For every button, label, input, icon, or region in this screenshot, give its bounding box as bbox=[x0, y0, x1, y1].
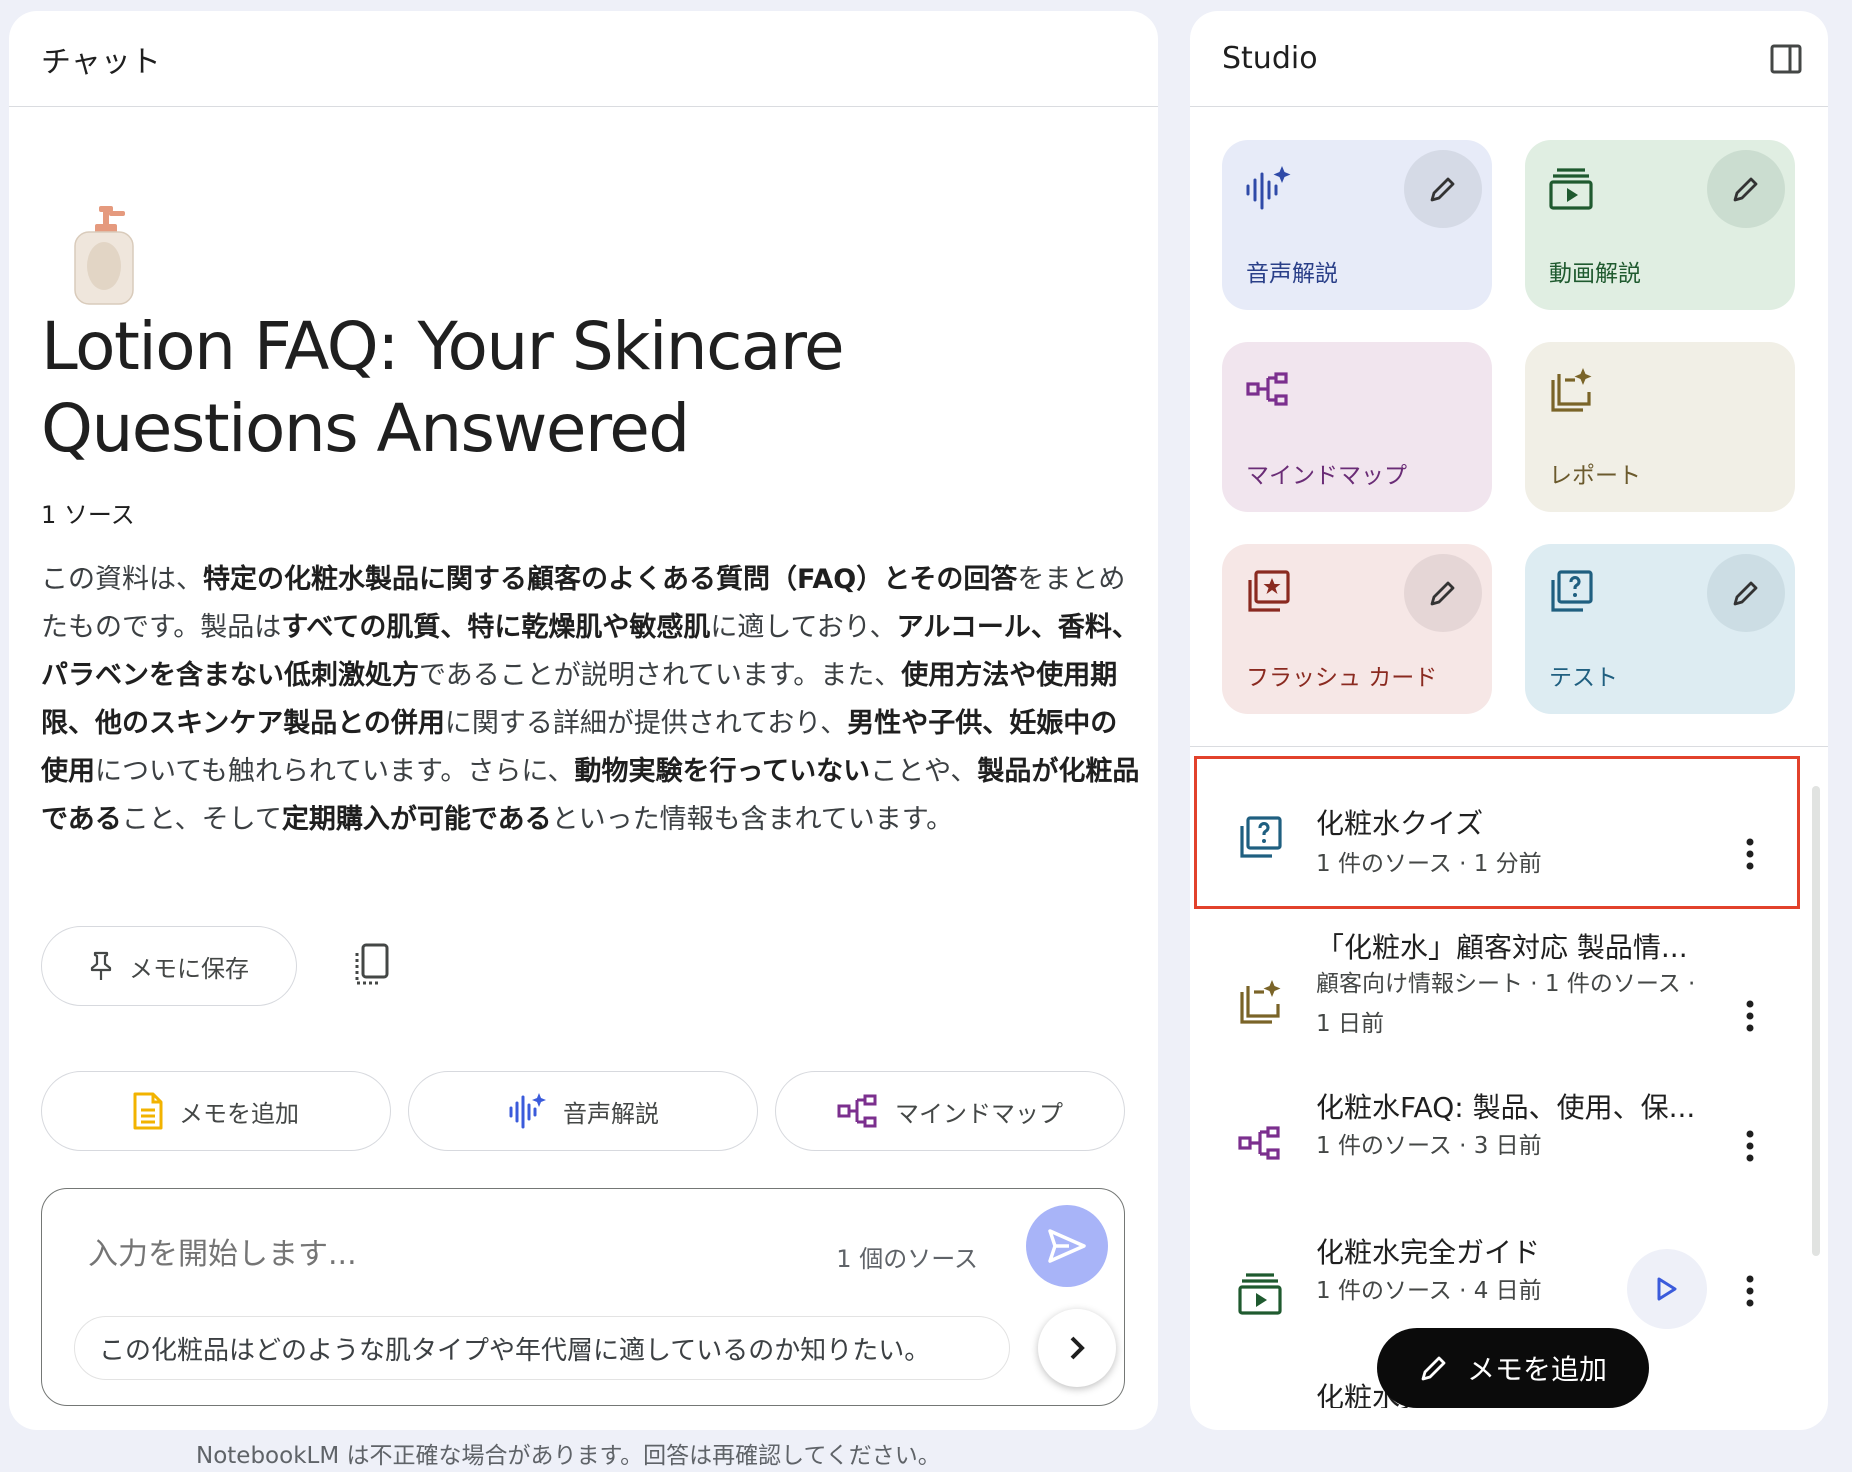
mindmap-icon bbox=[1246, 372, 1288, 406]
studio-tile-test[interactable]: テスト bbox=[1525, 544, 1795, 714]
summary-text: この資料は、特定の化粧水製品に関する顧客のよくある質問（FAQ）とその回答をまと… bbox=[41, 564, 1140, 835]
studio-divider bbox=[1190, 746, 1828, 747]
add-memo-fab-label: メモを追加 bbox=[1466, 1353, 1607, 1386]
item-title: 化粧水FAQ: 製品、使用、保... bbox=[1316, 1091, 1696, 1124]
chat-panel: チャット Lotion FAQ: Your Skincare Questions… bbox=[9, 11, 1158, 1430]
add-memo-chip-label: メモを追加 bbox=[179, 1099, 299, 1128]
pencil-icon bbox=[1733, 177, 1758, 202]
studio-header: Studio bbox=[1190, 11, 1828, 107]
edit-audio-button[interactable] bbox=[1404, 150, 1482, 228]
mindmap-chip[interactable]: マインドマップ bbox=[775, 1071, 1125, 1151]
composer-source-count: 1 個のソース bbox=[836, 1245, 978, 1273]
studio-panel: Studio 音声解説 動画解説 マインドマップ レポート フラッシュ カード … bbox=[1190, 11, 1828, 1430]
item-title: 化粧水クイズ bbox=[1316, 807, 1484, 840]
video-icon bbox=[1238, 1273, 1282, 1315]
highlight-box bbox=[1194, 756, 1800, 909]
tile-audio-label: 音声解説 bbox=[1246, 261, 1338, 287]
report-icon bbox=[1240, 980, 1281, 1024]
note-icon bbox=[133, 1092, 163, 1130]
pin-icon bbox=[90, 951, 112, 980]
document-title: Lotion FAQ: Your Skincare Questions Answ… bbox=[41, 308, 845, 467]
mindmap-icon bbox=[837, 1094, 877, 1128]
tile-mindmap-label: マインドマップ bbox=[1246, 463, 1407, 489]
pencil-icon bbox=[1430, 177, 1455, 202]
disclaimer-note: NotebookLM は不正確な場合があります。回答は再確認してください。 bbox=[196, 1443, 941, 1469]
item-meta: 顧客向け情報シート · 1 件のソース · 1 日前 bbox=[1316, 971, 1696, 1037]
tile-test-label: テスト bbox=[1549, 665, 1618, 691]
audio-overview-chip-label: 音声解説 bbox=[563, 1099, 659, 1128]
send-icon bbox=[1048, 1229, 1086, 1263]
studio-scrollbar[interactable] bbox=[1812, 786, 1820, 1256]
more-options-icon[interactable] bbox=[1730, 830, 1770, 878]
studio-item-mindmap[interactable]: 化粧水FAQ: 製品、使用、保... 1 件のソース · 3 日前 bbox=[1190, 1086, 1810, 1206]
pencil-icon bbox=[1430, 581, 1455, 606]
collapse-panel-icon[interactable] bbox=[1770, 44, 1802, 74]
play-icon bbox=[1657, 1277, 1677, 1301]
pencil-icon bbox=[1733, 581, 1758, 606]
video-icon bbox=[1549, 168, 1593, 210]
studio-item-quiz[interactable]: 化粧水クイズ 1 件のソース · 1 分前 bbox=[1190, 756, 1810, 909]
mindmap-icon bbox=[1238, 1126, 1280, 1160]
source-count: 1 ソース bbox=[41, 501, 135, 529]
chevron-right-icon bbox=[1070, 1336, 1085, 1360]
tile-video-label: 動画解説 bbox=[1549, 261, 1641, 287]
studio-tile-audio[interactable]: 音声解説 bbox=[1222, 140, 1492, 310]
edit-video-button[interactable] bbox=[1707, 150, 1785, 228]
studio-tile-flashcard[interactable]: フラッシュ カード bbox=[1222, 544, 1492, 714]
item-title: 化粧水完全ガイド bbox=[1316, 1236, 1541, 1269]
edit-flashcard-button[interactable] bbox=[1404, 554, 1482, 632]
send-button[interactable] bbox=[1026, 1205, 1108, 1287]
report-icon bbox=[1551, 368, 1592, 412]
studio-tile-report[interactable]: レポート bbox=[1525, 342, 1795, 512]
studio-header-title: Studio bbox=[1222, 41, 1318, 76]
more-options-icon[interactable] bbox=[1730, 992, 1770, 1040]
item-meta: 1 件のソース · 4 日前 bbox=[1316, 1278, 1542, 1304]
chat-header: チャット bbox=[9, 11, 1158, 107]
save-to-memo-button[interactable]: メモに保存 bbox=[41, 926, 297, 1006]
play-button[interactable] bbox=[1627, 1249, 1707, 1329]
studio-output-list: 化粧水クイズ 1 件のソース · 1 分前 「化粧水」顧客対応 製品情... 顧… bbox=[1190, 756, 1810, 1408]
edit-test-button[interactable] bbox=[1707, 554, 1785, 632]
audio-waveform-icon bbox=[509, 1093, 546, 1129]
chat-composer: 入力を開始します... 1 個のソース この化粧品はどのような肌タイプや年代層に… bbox=[41, 1188, 1125, 1406]
tile-report-label: レポート bbox=[1549, 463, 1641, 489]
quiz-icon bbox=[1240, 816, 1282, 858]
suggested-question[interactable]: この化粧品はどのような肌タイプや年代層に適しているのか知りたい。 bbox=[74, 1316, 1010, 1380]
more-options-icon[interactable] bbox=[1730, 1267, 1770, 1315]
add-memo-fab[interactable]: メモを追加 bbox=[1377, 1328, 1649, 1408]
pencil-icon bbox=[1421, 1356, 1446, 1381]
mindmap-chip-label: マインドマップ bbox=[895, 1099, 1063, 1128]
item-meta: 1 件のソース · 1 分前 bbox=[1316, 851, 1542, 877]
chat-header-title: チャット bbox=[41, 44, 161, 80]
next-suggestion-button[interactable] bbox=[1038, 1309, 1116, 1387]
tile-flashcard-label: フラッシュ カード bbox=[1246, 665, 1438, 691]
chat-input[interactable]: 入力を開始します... bbox=[88, 1229, 357, 1273]
save-to-memo-label: メモに保存 bbox=[129, 954, 249, 983]
quiz-icon bbox=[1551, 570, 1593, 612]
add-memo-chip[interactable]: メモを追加 bbox=[41, 1071, 391, 1151]
flashcard-icon bbox=[1248, 570, 1290, 612]
more-options-icon[interactable] bbox=[1730, 1122, 1770, 1170]
audio-waveform-icon bbox=[1246, 166, 1291, 210]
studio-tile-video[interactable]: 動画解説 bbox=[1525, 140, 1795, 310]
item-title: 「化粧水」顧客対応 製品情... bbox=[1316, 931, 1688, 964]
studio-item-report[interactable]: 「化粧水」顧客対応 製品情... 顧客向け情報シート · 1 件のソース · 1… bbox=[1190, 926, 1810, 1066]
item-meta: 1 件のソース · 3 日前 bbox=[1316, 1133, 1542, 1159]
audio-overview-chip[interactable]: 音声解説 bbox=[408, 1071, 758, 1151]
lotion-bottle-icon bbox=[74, 206, 134, 305]
studio-tile-mindmap[interactable]: マインドマップ bbox=[1222, 342, 1492, 512]
copy-icon[interactable] bbox=[349, 941, 393, 991]
